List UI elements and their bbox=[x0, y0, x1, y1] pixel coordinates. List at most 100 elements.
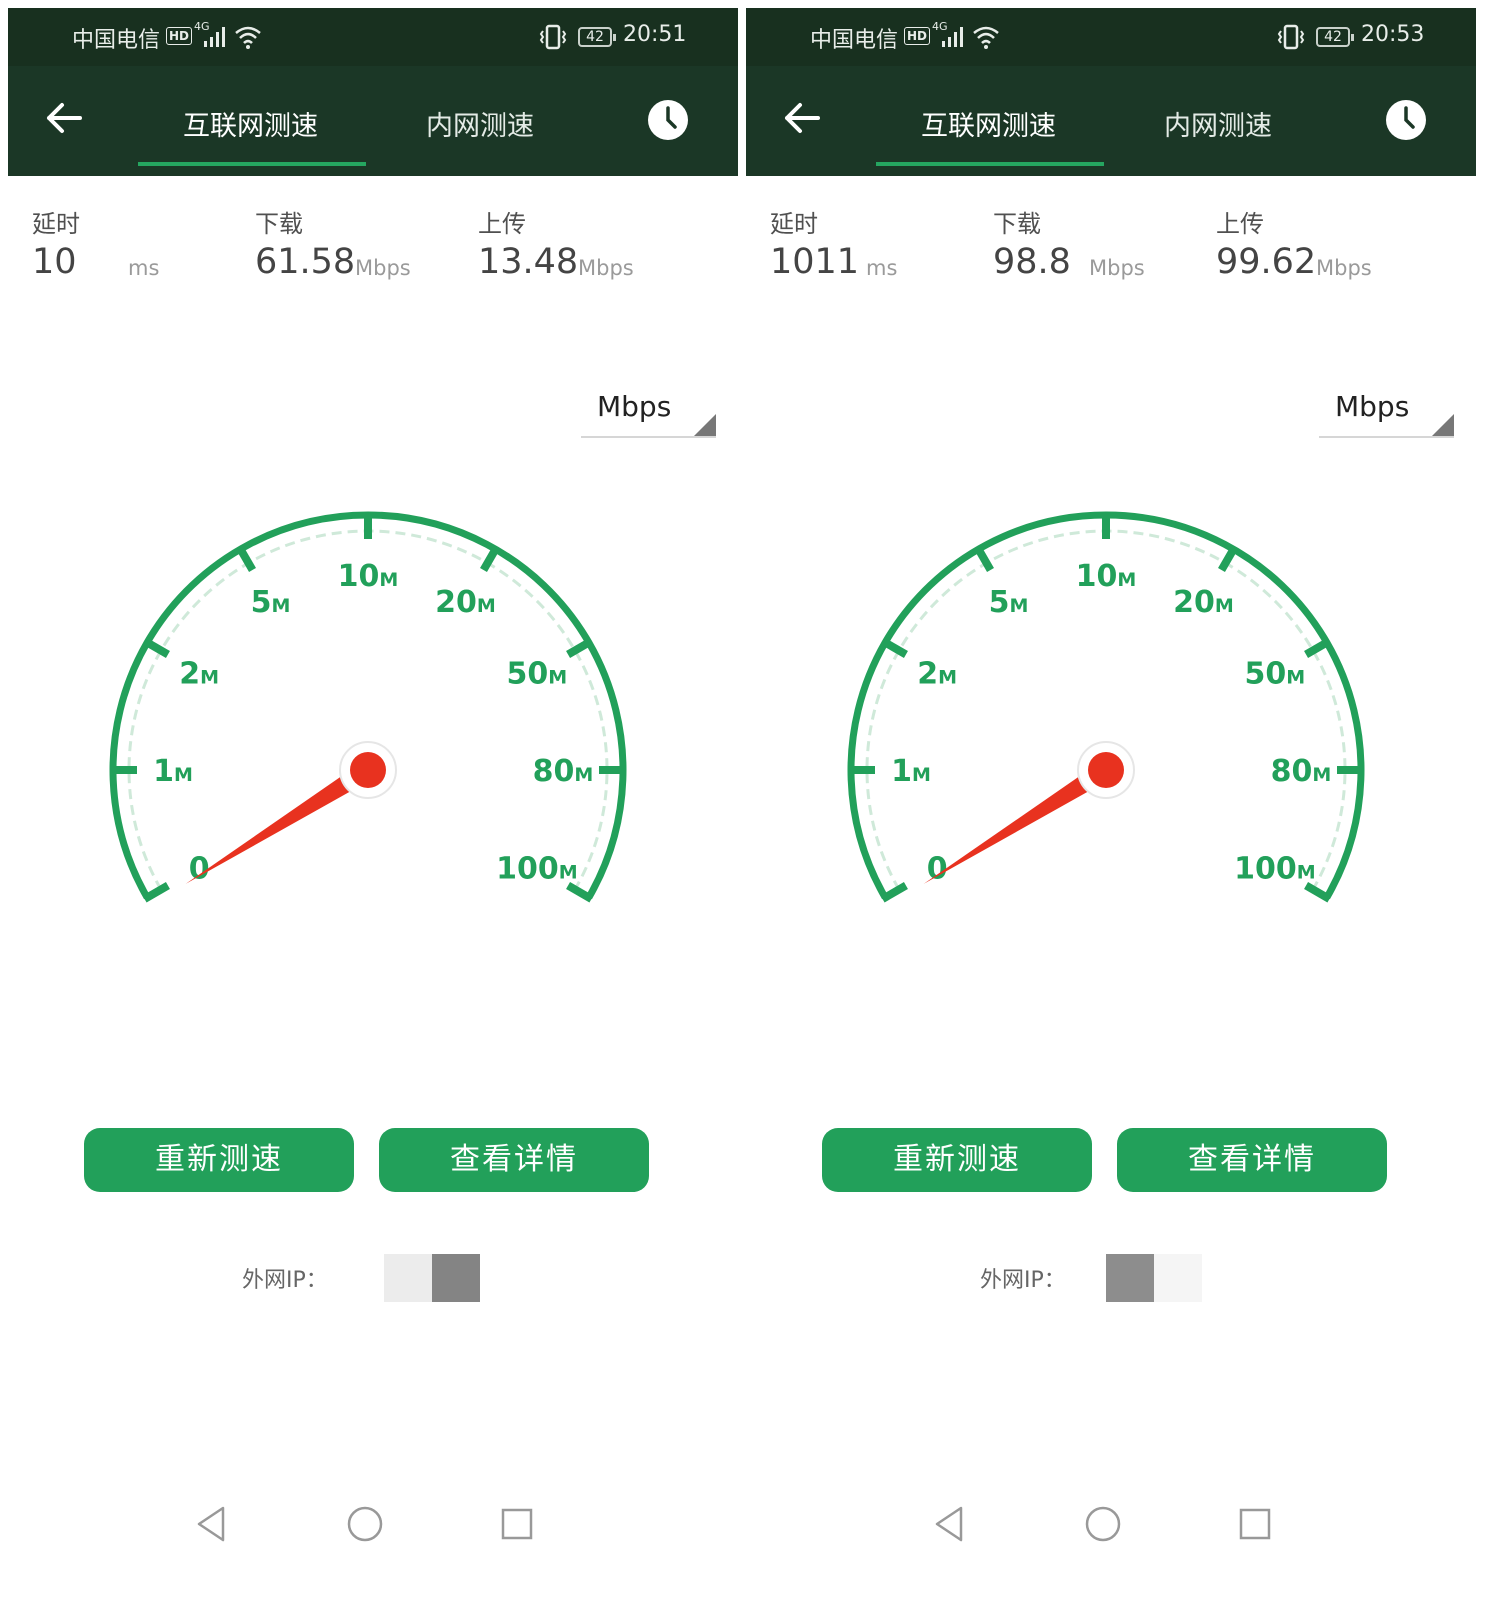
history-clock-icon[interactable] bbox=[646, 98, 690, 142]
active-tab-indicator bbox=[876, 162, 1104, 166]
wifi-icon bbox=[235, 26, 261, 49]
nav-home-icon[interactable] bbox=[343, 1502, 387, 1546]
latency-metric: 延时 1011 ms bbox=[770, 204, 897, 282]
upload-unit: Mbps bbox=[1316, 256, 1372, 280]
nav-home-icon[interactable] bbox=[1081, 1502, 1125, 1546]
history-clock-icon[interactable] bbox=[1384, 98, 1428, 142]
dropdown-corner-icon bbox=[1432, 414, 1454, 436]
speed-gauge: 0 1M 2M 5M 10M 20M 50M 80M 100M bbox=[847, 511, 1365, 903]
tab-intranet-speed[interactable]: 内网测速 bbox=[426, 104, 534, 143]
back-arrow-icon[interactable] bbox=[44, 98, 84, 138]
battery-icon: 42 bbox=[1316, 27, 1354, 47]
nav-back-icon[interactable] bbox=[190, 1502, 234, 1546]
dropdown-corner-icon bbox=[694, 414, 716, 436]
tab-intranet-speed[interactable]: 内网测速 bbox=[1164, 104, 1272, 143]
nav-recent-apps-icon[interactable] bbox=[1233, 1502, 1277, 1546]
gauge-tick-label: 0 bbox=[189, 852, 210, 887]
gauge-tick-label: 2M bbox=[179, 657, 219, 692]
signal-icon bbox=[942, 27, 963, 47]
gauge-tick-label: 50M bbox=[507, 657, 568, 692]
status-bar: 中国电信 HD 4G 42 20:53 bbox=[746, 8, 1476, 66]
gauge-tick-label: 2M bbox=[917, 657, 957, 692]
hd-badge: HD bbox=[904, 27, 931, 45]
tab-internet-speed[interactable]: 互联网测速 bbox=[183, 104, 318, 143]
vibrate-icon bbox=[1277, 24, 1305, 50]
view-details-button[interactable]: 查看详情 bbox=[1117, 1128, 1387, 1192]
ip-redaction bbox=[432, 1254, 480, 1302]
nav-back-icon[interactable] bbox=[928, 1502, 972, 1546]
gauge-tick-label: 100M bbox=[496, 852, 578, 887]
external-ip-row: 外网IP： bbox=[8, 1254, 738, 1302]
unit-dropdown[interactable]: Mbps bbox=[581, 384, 716, 438]
external-ip-row: 外网IP： bbox=[746, 1254, 1476, 1302]
gauge-unit-suffix: M bbox=[559, 862, 578, 884]
retest-button[interactable]: 重新测速 bbox=[822, 1128, 1092, 1192]
gauge-hub bbox=[1088, 752, 1124, 788]
gauge-tick-label: 0 bbox=[927, 852, 948, 887]
view-details-button[interactable]: 查看详情 bbox=[379, 1128, 649, 1192]
gauge-unit-suffix: M bbox=[174, 764, 193, 786]
gauge-tick-label: 10M bbox=[338, 559, 399, 594]
retest-button[interactable]: 重新测速 bbox=[84, 1128, 354, 1192]
unit-dropdown[interactable]: Mbps bbox=[1319, 384, 1454, 438]
upload-unit: Mbps bbox=[578, 256, 634, 280]
status-bar: 中国电信 HD 4G 42 20:51 bbox=[8, 8, 738, 66]
gauge-unit-suffix: M bbox=[938, 667, 957, 689]
ip-redaction bbox=[1154, 1254, 1202, 1302]
clock-time: 20:53 bbox=[1361, 22, 1425, 47]
gauge-unit-suffix: M bbox=[548, 667, 567, 689]
upload-value: 99.62 bbox=[1216, 242, 1317, 282]
clock-time: 20:51 bbox=[623, 22, 687, 47]
latency-metric: 延时 10 ms bbox=[32, 204, 159, 282]
external-ip-label: 外网IP： bbox=[242, 1268, 328, 1293]
latency-label: 延时 bbox=[770, 210, 818, 238]
carrier-name: 中国电信 bbox=[810, 28, 899, 53]
nav-recent-apps-icon[interactable] bbox=[495, 1502, 539, 1546]
gauge-unit-suffix: M bbox=[477, 595, 496, 617]
download-unit: Mbps bbox=[1089, 256, 1145, 280]
latency-label: 延时 bbox=[32, 210, 80, 238]
latency-unit: ms bbox=[128, 256, 160, 280]
gauge-tick-label: 50M bbox=[1245, 657, 1306, 692]
external-ip-label: 外网IP： bbox=[980, 1268, 1066, 1293]
download-metric: 下载 98.8 Mbps bbox=[993, 204, 1145, 282]
app-header: 互联网测速 内网测速 bbox=[746, 66, 1476, 176]
phone-screen-left: 中国电信 HD 4G 42 20:51 互联网测速 内网测速 延时 10 ms … bbox=[8, 8, 738, 1592]
tab-internet-speed[interactable]: 互联网测速 bbox=[921, 104, 1056, 143]
gauge-unit-suffix: M bbox=[1312, 764, 1331, 786]
wifi-icon bbox=[973, 26, 999, 49]
gauge-tick-label: 80M bbox=[1271, 754, 1332, 789]
latency-unit: ms bbox=[866, 256, 898, 280]
ip-redaction bbox=[384, 1254, 432, 1302]
gauge-unit-suffix: M bbox=[1009, 595, 1028, 617]
gauge-unit-suffix: M bbox=[574, 764, 593, 786]
system-nav-bar bbox=[746, 1484, 1476, 1592]
ip-redaction bbox=[1106, 1254, 1154, 1302]
download-value: 98.8 bbox=[993, 242, 1071, 282]
upload-label: 上传 bbox=[1216, 210, 1264, 238]
download-label: 下载 bbox=[255, 210, 303, 238]
vibrate-icon bbox=[539, 24, 567, 50]
gauge-tick-label: 10M bbox=[1076, 559, 1137, 594]
gauge-unit-suffix: M bbox=[912, 764, 931, 786]
gauge-unit-suffix: M bbox=[1286, 667, 1305, 689]
upload-value: 13.48 bbox=[478, 242, 579, 282]
upload-metric: 上传 99.62 Mbps bbox=[1216, 204, 1372, 282]
phone-screen-right: 中国电信 HD 4G 42 20:53 互联网测速 内网测速 延时 1011 m… bbox=[746, 8, 1476, 1592]
gauge-unit-suffix: M bbox=[1297, 862, 1316, 884]
gauge-tick-label: 1M bbox=[891, 754, 931, 789]
gauge-tick-label: 1M bbox=[153, 754, 193, 789]
signal-icon bbox=[204, 27, 225, 47]
active-tab-indicator bbox=[138, 162, 366, 166]
gauge-tick-label: 20M bbox=[435, 585, 496, 620]
back-arrow-icon[interactable] bbox=[782, 98, 822, 138]
download-value: 61.58 bbox=[255, 242, 356, 282]
gauge-unit-suffix: M bbox=[200, 667, 219, 689]
gauge-unit-suffix: M bbox=[271, 595, 290, 617]
download-metric: 下载 61.58 Mbps bbox=[255, 204, 411, 282]
gauge-tick-label: 5M bbox=[251, 585, 291, 620]
latency-value: 10 bbox=[32, 242, 77, 282]
gauge-hub bbox=[350, 752, 386, 788]
gauge-tick-label: 100M bbox=[1234, 852, 1316, 887]
download-label: 下载 bbox=[993, 210, 1041, 238]
